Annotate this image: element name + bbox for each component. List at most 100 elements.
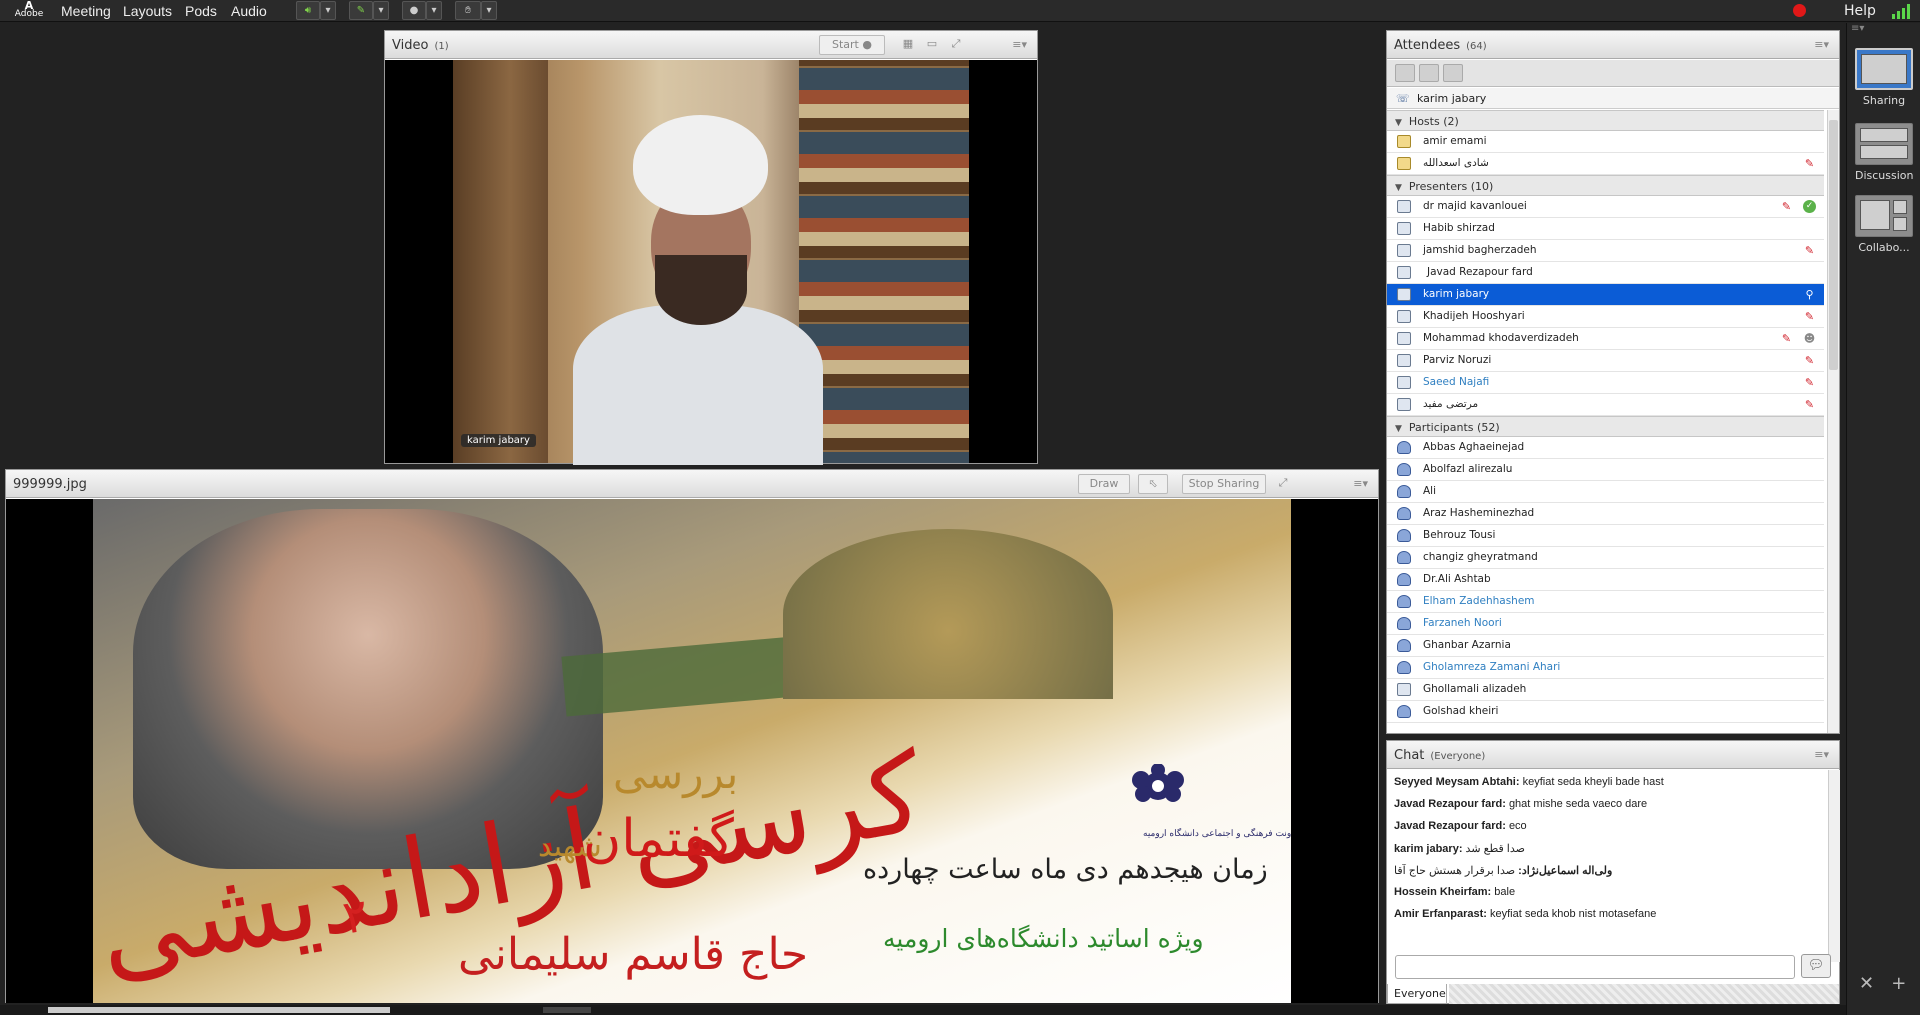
menu-audio[interactable]: Audio bbox=[231, 3, 267, 19]
pod-options-icon[interactable]: ≡▾ bbox=[1814, 748, 1829, 761]
video-pod-header: Video (1) Start ● ▦ ▭ ⤢ ≡▾ bbox=[385, 31, 1037, 59]
delete-layout-icon[interactable]: ✕ bbox=[1859, 973, 1874, 994]
video-pod-count: (1) bbox=[434, 41, 449, 52]
attendee-row[interactable]: Ali bbox=[1387, 481, 1824, 503]
webcam-icon[interactable]: ● bbox=[402, 1, 426, 20]
breakout-view-icon[interactable] bbox=[1419, 64, 1439, 82]
chat-message: karim jabary: صدا قطع شد bbox=[1394, 843, 1525, 855]
menu-help[interactable]: Help bbox=[1844, 3, 1876, 19]
slide-review: بررسی bbox=[613, 749, 739, 798]
attendee-row-selected[interactable]: karim jabary ⚲ bbox=[1387, 284, 1824, 306]
attendee-scrollbar[interactable] bbox=[1827, 110, 1839, 733]
scrollbar-thumb[interactable] bbox=[1829, 120, 1838, 370]
microphone-dropdown-icon[interactable]: ▾ bbox=[373, 1, 389, 20]
stop-sharing-button[interactable]: Stop Sharing bbox=[1182, 474, 1266, 494]
attendee-row[interactable]: amir emami bbox=[1387, 131, 1824, 153]
single-view-icon[interactable]: ▭ bbox=[921, 35, 943, 55]
attendee-row[interactable]: Golshad kheiri bbox=[1387, 701, 1824, 723]
my-status-row[interactable]: ☏ karim jabary bbox=[1387, 88, 1839, 109]
microphone-icon[interactable]: ✎ bbox=[349, 1, 373, 20]
mic-muted-icon: ✎ bbox=[1804, 310, 1815, 323]
attendee-row[interactable]: Elham Zadehhashem bbox=[1387, 591, 1824, 613]
phone-icon: ☏ bbox=[1396, 92, 1410, 105]
pointer-icon[interactable]: ⬁ bbox=[1138, 474, 1168, 494]
status-icon: ☻ bbox=[1803, 332, 1816, 345]
attendee-row[interactable]: Parviz Noruzi ✎ bbox=[1387, 350, 1824, 372]
attendee-row[interactable]: dr majid kavanlouei ✎ ✓ bbox=[1387, 196, 1824, 218]
status-bar bbox=[0, 1005, 1846, 1015]
chat-scrollbar[interactable] bbox=[1828, 770, 1840, 962]
list-view-icon[interactable] bbox=[1395, 64, 1415, 82]
attendee-row[interactable]: Abbas Aghaeinejad bbox=[1387, 437, 1824, 459]
menu-meeting[interactable]: Meeting bbox=[61, 3, 111, 19]
pod-options-icon[interactable]: ≡▾ bbox=[1353, 477, 1368, 490]
pod-options-icon[interactable]: ≡▾ bbox=[1814, 38, 1829, 51]
mic-muted-icon: ✎ bbox=[1804, 157, 1815, 170]
attendee-row[interactable]: Saeed Najafi ✎ bbox=[1387, 372, 1824, 394]
group-header-hosts[interactable]: ▼ Hosts (2) bbox=[1387, 110, 1824, 131]
layout-discussion[interactable]: Discussion bbox=[1855, 123, 1914, 182]
attendee-row[interactable]: Habib shirzad bbox=[1387, 218, 1824, 240]
pod-options-icon[interactable]: ≡▾ bbox=[1012, 38, 1027, 51]
status-dropdown-icon[interactable]: ▾ bbox=[481, 1, 497, 20]
layouts-menu-icon[interactable]: ≡▾ bbox=[1851, 23, 1864, 34]
menu-pods[interactable]: Pods bbox=[185, 3, 217, 19]
layout-sharing[interactable]: Sharing bbox=[1855, 48, 1913, 107]
attendee-list: ▼ Hosts (2) amir emami شادی اسعدالله ✎ ▼ Pr… bbox=[1387, 110, 1824, 733]
participant-icon bbox=[1397, 661, 1411, 674]
attendee-row[interactable]: Behrouz Tousi bbox=[1387, 525, 1824, 547]
presenter-icon bbox=[1397, 376, 1411, 389]
attendee-row[interactable]: Ghollamali alizadeh bbox=[1387, 679, 1824, 701]
webcam-presenter bbox=[573, 115, 823, 465]
slide-time-line: زمان هیجدهم دی ماه ساعت چهارده bbox=[863, 854, 1268, 885]
attendee-row[interactable]: jamshid bagherzadeh ✎ bbox=[1387, 240, 1824, 262]
presenter-icon bbox=[1397, 310, 1411, 323]
attendee-row[interactable]: Farzaneh Noori bbox=[1387, 613, 1824, 635]
send-message-icon[interactable]: 💬︎ bbox=[1801, 954, 1831, 978]
attendee-row[interactable]: Ghanbar Azarnia bbox=[1387, 635, 1824, 657]
fullscreen-icon[interactable]: ⤢ bbox=[1272, 474, 1294, 494]
raise-hand-icon[interactable]: ✋︎ bbox=[455, 1, 481, 20]
add-layout-icon[interactable]: + bbox=[1891, 973, 1906, 994]
attendee-row[interactable]: Dr.Ali Ashtab bbox=[1387, 569, 1824, 591]
slide-dome bbox=[783, 529, 1113, 699]
layouts-bar: ≡▾ Sharing Discussion Collabo... ✕ + bbox=[1846, 23, 1920, 1015]
attendee-row[interactable]: Araz Hasheminezhad bbox=[1387, 503, 1824, 525]
attendee-row[interactable]: Khadijeh Hooshyari ✎ bbox=[1387, 306, 1824, 328]
chat-message: Javad Rezapour fard: ghat mishe seda vae… bbox=[1394, 798, 1648, 810]
attendee-row[interactable]: Mohammad khodaverdizadeh ✎ ☻ bbox=[1387, 328, 1824, 350]
participant-icon bbox=[1397, 529, 1411, 542]
attendee-row[interactable]: Gholamreza Zamani Ahari bbox=[1387, 657, 1824, 679]
attendees-count: (64) bbox=[1466, 41, 1487, 52]
layout-label: Collabo... bbox=[1858, 241, 1910, 254]
agree-check-icon: ✓ bbox=[1803, 200, 1816, 213]
speaker-dropdown-icon[interactable]: ▾ bbox=[320, 1, 336, 20]
layout-collaboration[interactable]: Collabo... bbox=[1855, 195, 1913, 254]
attendee-row[interactable]: Abolfazl alirezalu bbox=[1387, 459, 1824, 481]
group-header-participants[interactable]: ▼ Participants (52) bbox=[1387, 416, 1824, 437]
chat-message: Hossein Kheirfam: bale bbox=[1394, 886, 1516, 898]
share-pod-header: 999999.jpg Draw ⬁ Stop Sharing ⤢ ≡▾ bbox=[6, 470, 1378, 498]
menu-layouts[interactable]: Layouts bbox=[123, 3, 172, 19]
chat-message: Seyyed Meysam Abtahi: keyfiat seda kheyl… bbox=[1394, 776, 1664, 788]
slide-discourse: گفتمان bbox=[583, 809, 734, 869]
group-header-presenters[interactable]: ▼ Presenters (10) bbox=[1387, 175, 1824, 196]
video-area bbox=[385, 60, 1037, 465]
layout-thumbnail bbox=[1855, 123, 1913, 165]
fullscreen-icon[interactable]: ⤢ bbox=[945, 35, 967, 55]
participant-icon bbox=[1397, 639, 1411, 652]
chat-input[interactable] bbox=[1395, 955, 1795, 979]
attendee-row[interactable]: مرتضی مفید ✎ bbox=[1387, 394, 1824, 416]
chat-tab-everyone[interactable]: Everyone bbox=[1387, 984, 1447, 1004]
attendee-row[interactable]: شادی اسعدالله ✎ bbox=[1387, 153, 1824, 175]
start-webcam-button[interactable]: Start ● bbox=[819, 35, 885, 55]
draw-button[interactable]: Draw bbox=[1078, 474, 1130, 494]
attendee-view-icon[interactable] bbox=[1443, 64, 1463, 82]
webcam-dropdown-icon[interactable]: ▾ bbox=[426, 1, 442, 20]
speaker-icon[interactable]: 🔊︎ bbox=[296, 1, 320, 20]
grid-view-icon[interactable]: ▦ bbox=[897, 35, 919, 55]
attendee-row[interactable]: Javad Rezapour fard bbox=[1387, 262, 1824, 284]
attendee-row[interactable]: changiz gheyratmand bbox=[1387, 547, 1824, 569]
presenter-icon bbox=[1397, 398, 1411, 411]
recording-indicator-icon[interactable] bbox=[1793, 4, 1806, 17]
